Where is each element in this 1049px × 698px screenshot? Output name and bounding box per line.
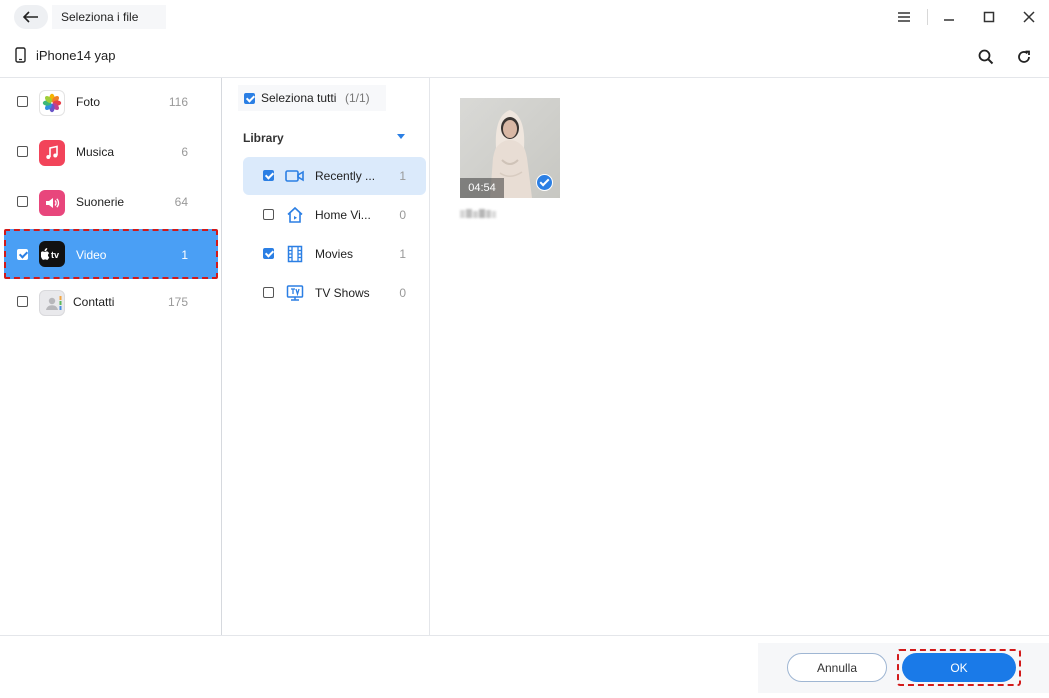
library-item-label: Recently ... <box>315 169 376 183</box>
device-bar: iPhone14 yap <box>0 38 1049 76</box>
category-label: Contatti <box>73 295 115 309</box>
hamburger-menu-icon <box>898 12 910 22</box>
svg-text:tv: tv <box>51 250 59 260</box>
category-contatti[interactable]: Contatti 175 <box>4 280 218 326</box>
selected-check-icon[interactable] <box>536 174 553 191</box>
search-icon <box>978 49 994 65</box>
checkbox[interactable] <box>263 170 274 181</box>
select-all-checkbox[interactable] <box>244 93 255 104</box>
library-item-movies[interactable]: Movies 1 <box>243 235 426 273</box>
library-item-label: Home Vi... <box>315 208 371 222</box>
category-label: Musica <box>76 145 115 159</box>
maximize-button[interactable] <box>977 6 1001 28</box>
select-all-label: Seleziona tutti <box>261 91 337 105</box>
library-item-count: 1 <box>399 169 406 183</box>
contacts-app-icon <box>39 290 65 316</box>
window-title: Seleziona i file <box>52 5 166 29</box>
checkbox[interactable] <box>263 248 274 259</box>
back-button[interactable] <box>14 5 48 29</box>
video-camera-icon <box>285 167 305 185</box>
library-item-home-video[interactable]: Home Vi... 0 <box>243 196 426 234</box>
checkbox[interactable] <box>17 96 28 107</box>
music-app-icon <box>39 140 65 166</box>
category-musica[interactable]: Musica 6 <box>4 130 218 176</box>
ok-highlight: OK <box>897 649 1021 686</box>
library-item-count: 0 <box>399 208 406 222</box>
tv-icon <box>285 284 305 302</box>
middle-panel-divider <box>429 78 430 635</box>
library-item-label: TV Shows <box>315 286 370 300</box>
category-count: 1 <box>181 248 188 262</box>
left-panel-divider <box>221 78 222 635</box>
title-bar: Seleziona i file <box>0 0 1049 36</box>
title-separator <box>927 9 928 25</box>
select-all-count: (1/1) <box>345 91 370 105</box>
close-button[interactable] <box>1017 6 1041 28</box>
close-icon <box>1023 11 1035 23</box>
library-item-count: 0 <box>399 286 406 300</box>
home-icon <box>285 206 305 224</box>
category-foto[interactable]: Foto 116 <box>4 80 218 126</box>
apple-tv-app-icon: tv <box>39 241 65 267</box>
category-count: 6 <box>181 145 188 159</box>
search-button[interactable] <box>974 45 998 69</box>
library-header[interactable]: Library <box>243 130 413 146</box>
device-name: iPhone14 yap <box>36 48 116 63</box>
refresh-icon <box>1018 50 1030 63</box>
category-label: Suonerie <box>76 195 125 209</box>
video-thumbnail[interactable]: 04:54 <box>460 98 560 198</box>
library-title: Library <box>243 131 284 145</box>
ok-button[interactable]: OK <box>902 653 1016 682</box>
cancel-button[interactable]: Annulla <box>787 653 887 682</box>
category-label: Video <box>76 248 107 262</box>
checkbox[interactable] <box>263 287 274 298</box>
library-item-count: 1 <box>399 247 406 261</box>
checkbox[interactable] <box>17 296 28 307</box>
caret-down-icon <box>397 134 405 139</box>
library-item-recently[interactable]: Recently ... 1 <box>243 157 426 195</box>
select-all[interactable]: Seleziona tutti (1/1) <box>238 85 386 111</box>
header-divider <box>0 77 1049 78</box>
category-count: 116 <box>168 95 188 109</box>
category-label: Foto <box>76 95 101 109</box>
blurred-filename <box>460 209 496 218</box>
refresh-button[interactable] <box>1012 45 1036 69</box>
category-count: 175 <box>167 295 188 309</box>
maximize-icon <box>983 11 995 23</box>
category-suonerie[interactable]: Suonerie 64 <box>4 180 218 226</box>
category-count: 64 <box>174 195 188 209</box>
photos-app-icon <box>39 90 65 116</box>
checkbox[interactable] <box>17 249 28 260</box>
film-strip-icon <box>285 245 305 263</box>
menu-button[interactable] <box>892 6 916 28</box>
library-item-label: Movies <box>315 247 354 261</box>
checkbox[interactable] <box>17 196 28 207</box>
category-video[interactable]: tv Video 1 <box>4 229 218 279</box>
checkbox[interactable] <box>263 209 274 220</box>
footer-divider <box>0 635 1049 636</box>
checkbox[interactable] <box>17 146 28 157</box>
video-duration: 04:54 <box>460 178 504 198</box>
library-item-tv-shows[interactable]: TV Shows 0 <box>243 274 426 312</box>
minimize-icon <box>944 19 954 21</box>
arrow-left-icon <box>23 11 38 23</box>
minimize-button[interactable] <box>937 6 961 28</box>
ringtones-app-icon <box>39 190 65 216</box>
phone-icon <box>15 47 26 63</box>
